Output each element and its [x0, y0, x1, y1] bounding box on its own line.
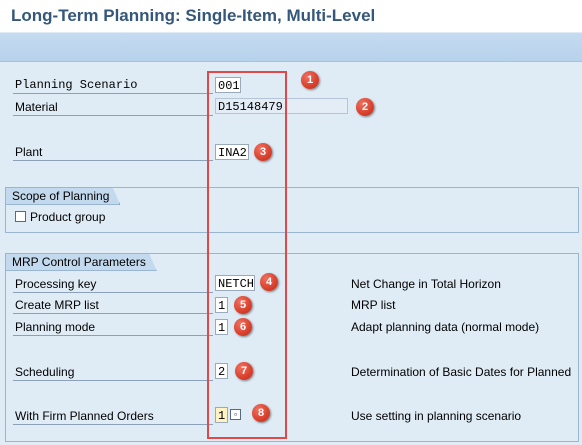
- firm-planned-orders-field[interactable]: 1: [215, 407, 228, 423]
- callout-badge-2: 2: [356, 98, 374, 116]
- plant-label: Plant: [15, 145, 43, 159]
- planning-mode-underline: [13, 335, 213, 336]
- plant-underline: [13, 160, 213, 161]
- create-mrp-list-label: Create MRP list: [15, 298, 99, 312]
- processing-key-label: Processing key: [15, 277, 97, 291]
- scheduling-description: Determination of Basic Dates for Planned: [351, 365, 572, 379]
- application-toolbar: [0, 33, 582, 62]
- planning-mode-field[interactable]: 1: [215, 319, 228, 335]
- create-mrp-list-description: MRP list: [351, 298, 396, 312]
- mrp-control-parameters-title: MRP Control Parameters: [5, 253, 157, 271]
- callout-badge-8: 8: [252, 404, 270, 422]
- material-underline: [13, 115, 213, 116]
- create-mrp-list-underline: [13, 313, 213, 314]
- callout-badge-4: 4: [260, 273, 278, 291]
- planning-scenario-field[interactable]: 001: [215, 77, 241, 93]
- product-group-checkbox[interactable]: [15, 211, 26, 222]
- value-help-icon[interactable]: ▫: [230, 409, 241, 420]
- product-group-label: Product group: [30, 210, 106, 224]
- processing-key-field[interactable]: NETCH: [215, 275, 255, 291]
- planning-mode-description: Adapt planning data (normal mode): [351, 320, 540, 334]
- planning-scenario-underline: [13, 93, 213, 94]
- material-field[interactable]: D15148479: [215, 98, 348, 114]
- firm-planned-orders-underline: [13, 424, 213, 425]
- callout-badge-3: 3: [254, 143, 272, 161]
- callout-badge-7: 7: [235, 362, 253, 380]
- material-label: Material: [15, 100, 58, 114]
- callout-badge-6: 6: [234, 318, 252, 336]
- title-bar: Long-Term Planning: Single-Item, Multi-L…: [0, 0, 582, 32]
- callout-badge-5: 5: [234, 296, 252, 314]
- scope-of-planning-title: Scope of Planning: [5, 187, 120, 205]
- processing-key-underline: [13, 292, 213, 293]
- scheduling-field[interactable]: 2: [215, 363, 228, 379]
- scheduling-label: Scheduling: [15, 365, 75, 379]
- plant-field[interactable]: INA2: [215, 144, 249, 160]
- window-title: Long-Term Planning: Single-Item, Multi-L…: [11, 6, 376, 25]
- processing-key-description: Net Change in Total Horizon: [351, 277, 501, 291]
- callout-badge-1: 1: [301, 71, 319, 89]
- firm-planned-orders-label: With Firm Planned Orders: [15, 409, 154, 423]
- firm-planned-orders-description: Use setting in planning scenario: [351, 409, 522, 423]
- scope-of-planning-group: Scope of Planning Product group: [5, 187, 579, 233]
- planning-mode-label: Planning mode: [15, 320, 96, 334]
- planning-scenario-label: Planning Scenario: [15, 78, 138, 92]
- create-mrp-list-field[interactable]: 1: [215, 297, 228, 313]
- scheduling-underline: [13, 380, 213, 381]
